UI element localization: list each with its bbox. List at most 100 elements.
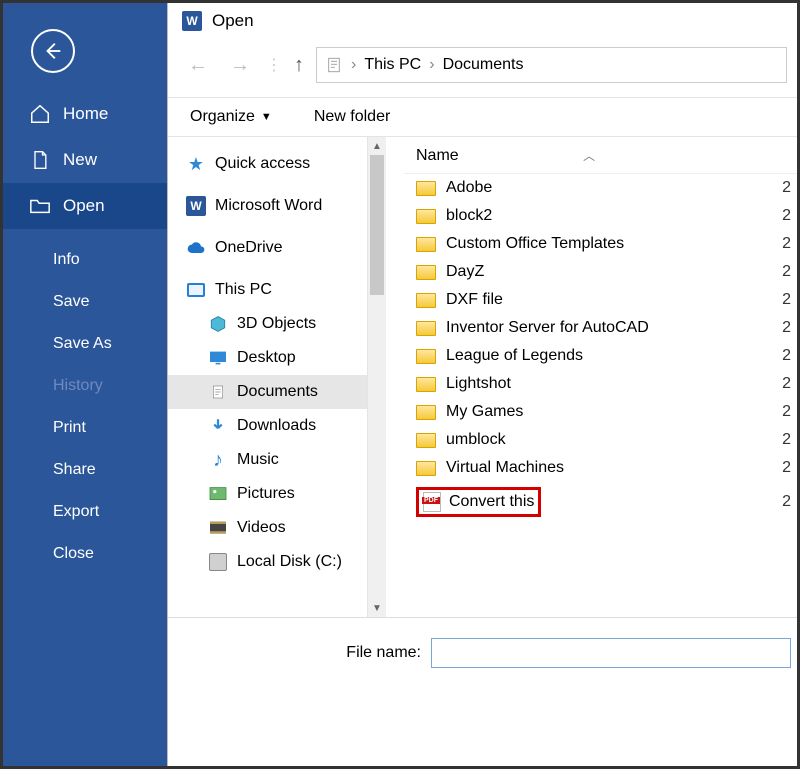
- nav-forward-button[interactable]: →: [224, 50, 256, 81]
- column-name-label: Name: [416, 147, 459, 164]
- folder-nav-pane: ★Quick access WMicrosoft Word OneDrive This…: [168, 137, 368, 617]
- navpane-onedrive[interactable]: OneDrive: [168, 231, 367, 265]
- music-icon: ♪: [208, 450, 228, 470]
- navpane-label: OneDrive: [215, 239, 283, 257]
- folder-row[interactable]: League of Legends2: [404, 342, 797, 370]
- navpane-pictures[interactable]: Pictures: [168, 477, 367, 511]
- backstage-save-as[interactable]: Save As: [3, 323, 167, 365]
- desktop-icon: [208, 348, 228, 368]
- file-name: block2: [446, 207, 492, 225]
- backstage-item-label: New: [63, 150, 97, 170]
- row-date-trail: 2: [782, 207, 793, 225]
- breadcrumb-segment[interactable]: Documents: [443, 56, 524, 74]
- nav-back-button[interactable]: ←: [182, 50, 214, 81]
- scroll-down-icon[interactable]: ▼: [368, 599, 386, 617]
- folder-icon: [416, 377, 436, 392]
- folder-icon: [29, 195, 51, 217]
- backstage-info[interactable]: Info: [3, 239, 167, 281]
- backstage-item-label: Open: [63, 196, 105, 216]
- backstage-sub-label: Export: [53, 503, 99, 520]
- file-list-header[interactable]: Name ︿: [404, 137, 797, 174]
- document-location-icon: [325, 56, 343, 74]
- folder-icon: [416, 461, 436, 476]
- navpane-downloads[interactable]: Downloads: [168, 409, 367, 443]
- file-name: umblock: [446, 431, 506, 449]
- backstage-export[interactable]: Export: [3, 491, 167, 533]
- nav-up-button[interactable]: ↑: [292, 50, 306, 81]
- backstage-save[interactable]: Save: [3, 281, 167, 323]
- arrow-left-icon: [42, 40, 64, 62]
- navpane-quick-access[interactable]: ★Quick access: [168, 147, 367, 181]
- navpane-label: Pictures: [237, 485, 295, 503]
- navpane-label: Local Disk (C:): [237, 553, 342, 571]
- folder-row[interactable]: block2 2: [404, 202, 797, 230]
- navpane-this-pc[interactable]: This PC: [168, 273, 367, 307]
- navpane-documents[interactable]: Documents: [168, 375, 367, 409]
- column-name[interactable]: Name ︿: [408, 147, 793, 165]
- navpane-videos[interactable]: Videos: [168, 511, 367, 545]
- folder-icon: [416, 181, 436, 196]
- backstage-home[interactable]: Home: [3, 91, 167, 137]
- folder-row[interactable]: My Games2: [404, 398, 797, 426]
- scroll-thumb[interactable]: [370, 155, 384, 295]
- folder-row[interactable]: umblock2: [404, 426, 797, 454]
- row-date-trail: 2: [782, 493, 793, 511]
- highlighted-file: Convert this: [416, 487, 541, 517]
- navpane-local-disk-c-[interactable]: Local Disk (C:): [168, 545, 367, 579]
- breadcrumb-bar[interactable]: › This PC › Documents: [316, 47, 787, 83]
- organize-label: Organize: [190, 108, 255, 126]
- dialog-toolbar: Organize ▼ New folder: [168, 98, 797, 137]
- doc-icon: [208, 382, 228, 402]
- navpane-scrollbar[interactable]: ▲ ▼: [368, 137, 386, 617]
- chevron-right-icon: ›: [351, 56, 356, 74]
- videos-icon: [208, 518, 228, 538]
- backstage-sub-label: Save As: [53, 335, 112, 352]
- new-folder-button[interactable]: New folder: [314, 108, 390, 126]
- file-name: Custom Office Templates: [446, 235, 624, 253]
- cloud-icon: [186, 238, 206, 258]
- dialog-title: Open: [212, 11, 254, 31]
- back-button[interactable]: [31, 29, 75, 73]
- chevron-right-icon: ›: [429, 56, 434, 74]
- backstage-sub-label: Share: [53, 461, 96, 478]
- backstage-print[interactable]: Print: [3, 407, 167, 449]
- breadcrumb-segment[interactable]: This PC: [364, 56, 421, 74]
- backstage-share[interactable]: Share: [3, 449, 167, 491]
- scroll-up-icon[interactable]: ▲: [368, 137, 386, 155]
- pc-icon: [186, 280, 206, 300]
- file-name: Adobe: [446, 179, 492, 197]
- folder-row[interactable]: Inventor Server for AutoCAD2: [404, 314, 797, 342]
- backstage-new[interactable]: New: [3, 137, 167, 183]
- row-date-trail: 2: [782, 179, 793, 197]
- filename-input[interactable]: [431, 638, 791, 668]
- navpane-microsoft-word[interactable]: WMicrosoft Word: [168, 189, 367, 223]
- folder-row[interactable]: DXF file2: [404, 286, 797, 314]
- backstage-open[interactable]: Open: [3, 183, 167, 229]
- filename-label: File name:: [346, 644, 421, 662]
- backstage-sub-label: History: [53, 377, 103, 394]
- file-name: Inventor Server for AutoCAD: [446, 319, 649, 337]
- folder-row[interactable]: Lightshot2: [404, 370, 797, 398]
- row-date-trail: 2: [782, 347, 793, 365]
- folder-row[interactable]: Adobe 2: [404, 174, 797, 202]
- navpane-label: Quick access: [215, 155, 310, 173]
- file-row[interactable]: Convert this 2: [404, 482, 797, 522]
- folder-icon: [416, 349, 436, 364]
- backstage-sub-label: Info: [53, 251, 80, 268]
- dialog-main-area: ★Quick access WMicrosoft Word OneDrive This…: [168, 137, 797, 617]
- folder-row[interactable]: DayZ2: [404, 258, 797, 286]
- row-date-trail: 2: [782, 375, 793, 393]
- organize-dropdown[interactable]: Organize ▼: [190, 108, 272, 126]
- backstage-sub-label: Print: [53, 419, 86, 436]
- navpane-label: Videos: [237, 519, 286, 537]
- row-date-trail: 2: [782, 291, 793, 309]
- navpane-music[interactable]: ♪ Music: [168, 443, 367, 477]
- folder-icon: [416, 209, 436, 224]
- navpane-desktop[interactable]: Desktop: [168, 341, 367, 375]
- backstage-history: History: [3, 365, 167, 407]
- backstage-close[interactable]: Close: [3, 533, 167, 575]
- folder-row[interactable]: Custom Office Templates2: [404, 230, 797, 258]
- navpane-3d-objects[interactable]: 3D Objects: [168, 307, 367, 341]
- navpane-label: Music: [237, 451, 279, 469]
- folder-row[interactable]: Virtual Machines2: [404, 454, 797, 482]
